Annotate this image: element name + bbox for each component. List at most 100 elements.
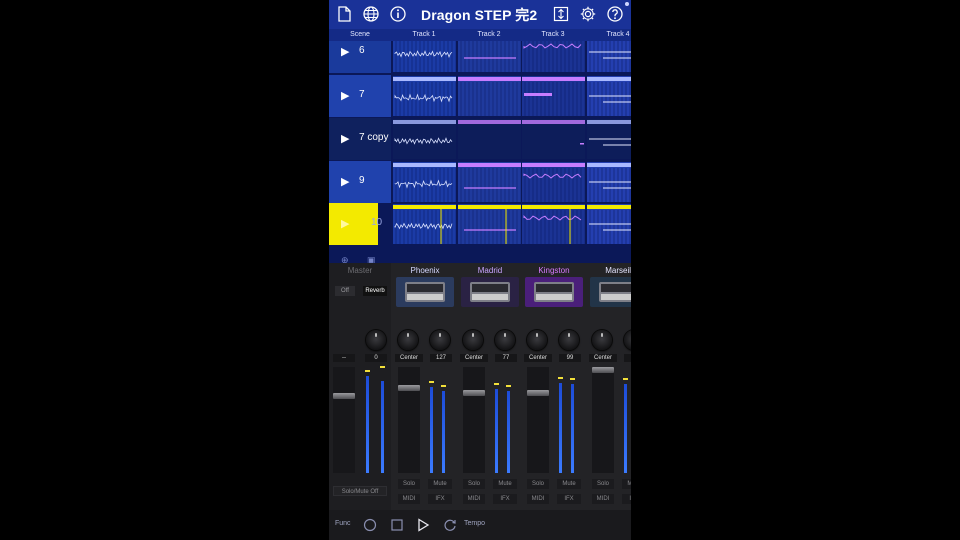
channel-fader[interactable] (463, 367, 485, 473)
solo-mute-off-button[interactable]: Solo/Mute Off (333, 486, 387, 496)
pan-knob[interactable] (527, 330, 547, 350)
sort-icon[interactable] (552, 5, 570, 23)
channel-meter-right (507, 391, 510, 473)
midi-button[interactable]: MIDI (398, 494, 420, 504)
ifx-button[interactable]: IFX (493, 494, 517, 504)
pan-knob[interactable] (463, 330, 483, 350)
meter-peak (570, 378, 575, 380)
instrument-thumbnail[interactable] (396, 277, 454, 307)
ifx-button[interactable]: IFX (428, 494, 452, 504)
ifx-button[interactable]: IFX (557, 494, 581, 504)
fader-cap[interactable] (592, 367, 614, 373)
channel-fader[interactable] (592, 367, 614, 473)
scene-row-7-copy[interactable]: ▶ 7 copy (329, 118, 391, 160)
master-fader[interactable] (333, 367, 355, 473)
pan-knob[interactable] (398, 330, 418, 350)
channel-meter-left (495, 389, 498, 473)
clip-cell[interactable] (393, 204, 456, 244)
new-document-icon[interactable] (335, 5, 353, 23)
play-icon[interactable]: ▶ (341, 217, 349, 230)
stop-icon[interactable] (390, 518, 404, 532)
scene-row-7[interactable]: ▶ 7 (329, 75, 391, 117)
func-button[interactable]: Func (335, 520, 351, 527)
clip-cell[interactable] (522, 41, 585, 72)
midi-button[interactable]: MIDI (592, 494, 614, 504)
settings-gear-icon[interactable] (579, 5, 597, 23)
fader-cap[interactable] (527, 390, 549, 396)
clip-cell[interactable] (587, 204, 631, 244)
clip-cell[interactable] (522, 162, 585, 202)
channel-name[interactable]: Marseill (587, 266, 631, 275)
channel-name[interactable]: Kingston (522, 266, 586, 275)
loop-icon[interactable] (443, 518, 457, 532)
volume-knob[interactable] (495, 330, 515, 350)
tempo-button[interactable]: Tempo (464, 520, 485, 527)
midi-button[interactable]: MIDI (463, 494, 485, 504)
clip-cell[interactable] (522, 119, 585, 159)
master-meter-right (381, 381, 384, 473)
fader-cap[interactable] (463, 390, 485, 396)
column-track-3[interactable]: Track 3 (522, 29, 584, 41)
instrument-thumbnail[interactable] (461, 277, 519, 307)
clip-cell[interactable] (458, 162, 521, 202)
solo-button[interactable]: Solo (527, 479, 549, 489)
instrument-thumbnail[interactable] (525, 277, 583, 307)
fader-cap[interactable] (333, 393, 355, 399)
scene-copy-icon[interactable]: ▣ (367, 255, 376, 263)
volume-knob[interactable] (559, 330, 579, 350)
midi-button[interactable]: MIDI (527, 494, 549, 504)
info-icon[interactable] (389, 5, 407, 23)
pan-knob[interactable] (592, 330, 612, 350)
master-knob[interactable] (366, 330, 386, 350)
instrument-thumbnail[interactable] (590, 277, 631, 307)
clip-cell[interactable] (587, 119, 631, 159)
clip-cell[interactable] (393, 162, 456, 202)
clip-cell[interactable] (522, 204, 585, 244)
channel-meter-right (442, 391, 445, 473)
mute-button[interactable]: Mute (622, 479, 631, 489)
clip-cell[interactable] (393, 76, 456, 116)
play-transport-icon[interactable] (416, 518, 430, 532)
clip-cell[interactable] (458, 204, 521, 244)
channel-name[interactable]: Phoenix (393, 266, 457, 275)
clip-cell[interactable] (522, 76, 585, 116)
play-icon[interactable]: ▶ (341, 132, 349, 145)
mixer-panel: Master Off Reverb -- 0 Solo/Mute Off Pho… (329, 263, 631, 510)
channel-name[interactable]: Madrid (458, 266, 522, 275)
clip-cell[interactable] (393, 41, 456, 72)
mute-button[interactable]: Mute (493, 479, 517, 489)
clip-cell[interactable] (458, 76, 521, 116)
solo-button[interactable]: Solo (398, 479, 420, 489)
scene-row-9[interactable]: ▶ 9 (329, 161, 391, 203)
column-track-1[interactable]: Track 1 (393, 29, 455, 41)
ifx-button[interactable]: IFX (622, 494, 631, 504)
help-icon[interactable] (606, 5, 624, 23)
volume-knob[interactable] (624, 330, 631, 350)
play-icon[interactable]: ▶ (341, 175, 349, 188)
clip-cell[interactable] (458, 41, 521, 72)
scene-row-6[interactable]: ▶ 6 (329, 41, 391, 73)
play-icon[interactable]: ▶ (341, 89, 349, 102)
reverb-button[interactable]: Reverb (363, 286, 387, 296)
scene-add-icon[interactable]: ⊕ (341, 255, 349, 263)
clip-cell[interactable] (587, 76, 631, 116)
play-icon[interactable]: ▶ (341, 45, 349, 58)
channel-fader[interactable] (398, 367, 420, 473)
solo-button[interactable]: Solo (592, 479, 614, 489)
record-icon[interactable] (363, 518, 377, 532)
clip-cell[interactable] (587, 41, 631, 72)
reverb-off-button[interactable]: Off (335, 286, 355, 296)
clip-cell[interactable] (393, 119, 456, 159)
channel-meter-right (571, 384, 574, 473)
fader-cap[interactable] (398, 385, 420, 391)
channel-fader[interactable] (527, 367, 549, 473)
clip-cell[interactable] (587, 162, 631, 202)
clip-cell[interactable] (458, 119, 521, 159)
mute-button[interactable]: Mute (557, 479, 581, 489)
solo-button[interactable]: Solo (463, 479, 485, 489)
mute-button[interactable]: Mute (428, 479, 452, 489)
column-track-4[interactable]: Track 4 (587, 29, 631, 41)
column-track-2[interactable]: Track 2 (458, 29, 520, 41)
globe-icon[interactable] (362, 5, 380, 23)
volume-knob[interactable] (430, 330, 450, 350)
